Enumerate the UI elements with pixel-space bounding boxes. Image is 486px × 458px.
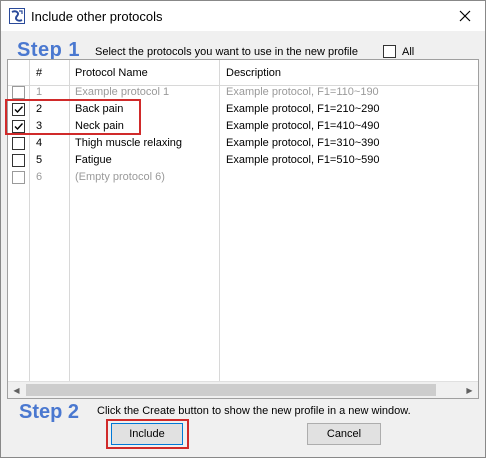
row-checkbox[interactable] — [12, 154, 25, 167]
app-logo-icon — [9, 8, 25, 24]
step1-description: Select the protocols you want to use in … — [95, 46, 358, 58]
table-row[interactable]: 5 Fatigue Example protocol, F1=510~590 — [8, 152, 478, 169]
row-description: Example protocol, F1=410~490 — [226, 120, 380, 132]
row-number: 5 — [36, 154, 43, 166]
row-number: 4 — [36, 137, 43, 149]
title-bar: Include other protocols — [1, 1, 485, 31]
row-checkbox[interactable] — [12, 171, 25, 184]
row-protocol-name: (Empty protocol 6) — [75, 171, 165, 183]
row-description: Example protocol, F1=210~290 — [226, 103, 380, 115]
selected-rows-highlight — [5, 99, 141, 135]
include-button-highlight — [106, 419, 189, 449]
step2-description: Click the Create button to show the new … — [97, 405, 411, 417]
table-header: # Protocol Name Description — [8, 60, 478, 86]
close-button[interactable] — [445, 1, 485, 31]
row-checkbox[interactable] — [12, 86, 25, 99]
table-row[interactable]: 6 (Empty protocol 6) — [8, 169, 478, 186]
scroll-right-arrow-icon[interactable]: ▶ — [461, 382, 478, 398]
scrollbar-thumb[interactable] — [26, 384, 436, 396]
column-header-number[interactable]: # — [36, 67, 42, 79]
row-protocol-name: Thigh muscle relaxing — [75, 137, 182, 149]
row-description: Example protocol, F1=310~390 — [226, 137, 380, 149]
row-description: Example protocol, F1=510~590 — [226, 154, 380, 166]
row-checkbox[interactable] — [12, 137, 25, 150]
horizontal-scrollbar[interactable]: ◀ ▶ — [8, 381, 478, 398]
row-description: Example protocol, F1=110~190 — [226, 86, 379, 98]
cancel-button[interactable]: Cancel — [307, 423, 381, 445]
select-all-checkbox[interactable] — [383, 45, 396, 58]
close-icon — [459, 10, 471, 22]
include-protocols-dialog: Include other protocols Step 1 Select th… — [0, 0, 486, 458]
scroll-left-arrow-icon[interactable]: ◀ — [8, 382, 25, 398]
row-number: 6 — [36, 171, 43, 183]
step2-label: Step 2 — [19, 401, 80, 423]
select-all-label: All — [402, 46, 415, 58]
row-protocol-name: Fatigue — [75, 154, 112, 166]
column-header-protocol-name[interactable]: Protocol Name — [75, 67, 148, 79]
column-header-description[interactable]: Description — [226, 67, 281, 79]
window-title: Include other protocols — [31, 9, 163, 24]
table-row[interactable]: 4 Thigh muscle relaxing Example protocol, … — [8, 135, 478, 152]
row-number: 1 — [36, 86, 43, 98]
row-protocol-name: Example protocol 1 — [75, 86, 170, 98]
